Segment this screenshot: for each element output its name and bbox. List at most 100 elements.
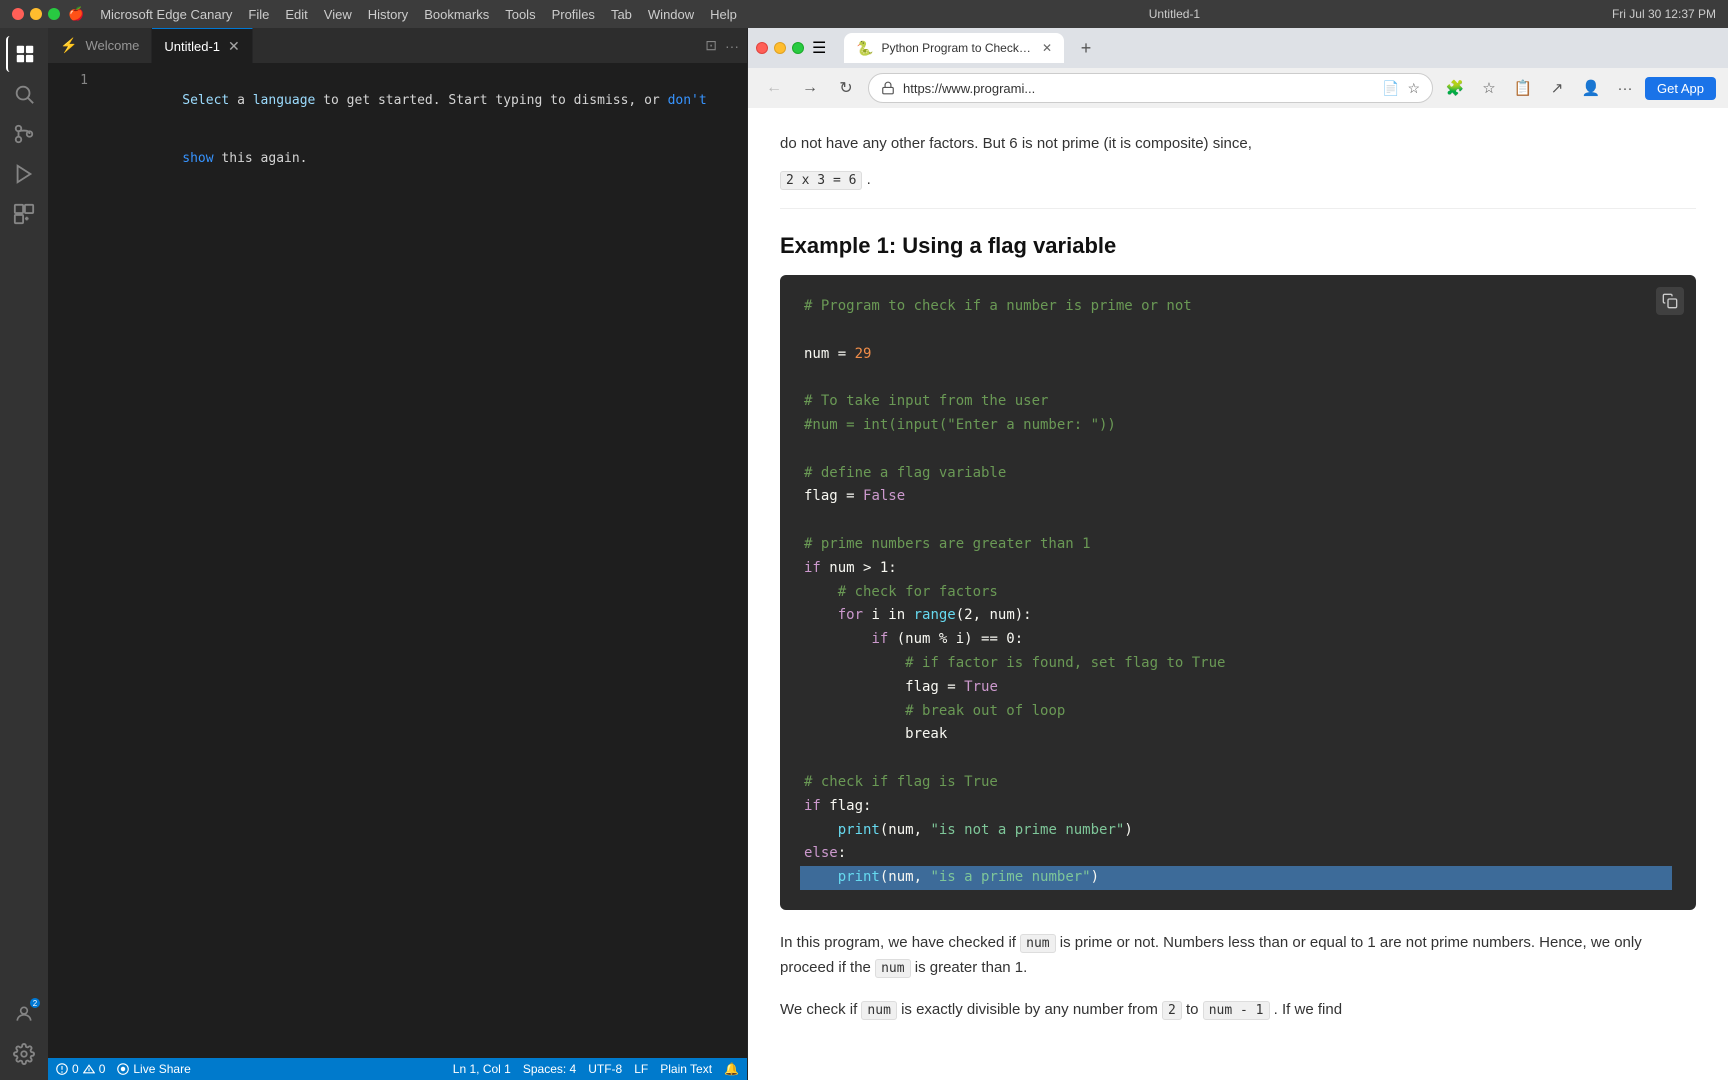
desc2-text: We check if [780, 1001, 857, 1018]
forward-button[interactable]: → [796, 74, 824, 102]
desc1-code2: num [875, 959, 910, 978]
menu-tools[interactable]: Tools [505, 7, 535, 22]
code-line-5: # define a flag variable [804, 462, 1672, 486]
token-dont: don't [668, 93, 707, 108]
code-line-17: if flag: [804, 795, 1672, 819]
profile-btn[interactable]: 👤 [1577, 74, 1605, 102]
menu-app-name[interactable]: Microsoft Edge Canary [100, 7, 232, 22]
favorites-btn[interactable]: ☆ [1475, 74, 1503, 102]
line-content-1: Select a language to get started. Start … [104, 71, 731, 130]
copy-button[interactable] [1656, 287, 1684, 315]
live-share-status[interactable]: Live Share [117, 1062, 190, 1076]
maximize-button[interactable] [48, 8, 60, 20]
get-app-button[interactable]: Get App [1645, 77, 1716, 100]
run-debug-icon[interactable] [6, 156, 42, 192]
menu-window[interactable]: Window [648, 7, 694, 22]
remote-icon[interactable]: 2 [6, 996, 42, 1032]
favorites-icon[interactable]: ☆ [1407, 80, 1420, 97]
more-btn[interactable]: ··· [1611, 74, 1639, 102]
share-btn[interactable]: ↗ [1543, 74, 1571, 102]
lock-icon [881, 81, 895, 95]
menu-edit[interactable]: Edit [285, 7, 307, 22]
example-heading: Example 1: Using a flag variable [780, 233, 1696, 259]
browser-title-bar: ☰ 🐍 Python Program to Check Prim ✕ + [748, 28, 1728, 68]
code-line-3: # To take input from the user [804, 390, 1672, 414]
editor-line-1: 1 Select a language to get started. Star… [48, 71, 747, 130]
desc1-code: num [1020, 934, 1055, 953]
code-line-8: if num > 1: [804, 557, 1672, 581]
description-1: In this program, we have checked if num … [780, 930, 1696, 981]
code-line-blank3 [804, 438, 1672, 462]
reader-mode-icon[interactable]: 📄 [1382, 80, 1399, 97]
window-controls[interactable] [12, 8, 60, 20]
intro-text-1: do not have any other factors. But 6 is … [780, 135, 1252, 152]
code-line-16: # check if flag is True [804, 771, 1672, 795]
status-line-ending[interactable]: LF [634, 1062, 648, 1076]
menu-bookmarks[interactable]: Bookmarks [424, 7, 489, 22]
minimize-button[interactable] [30, 8, 42, 20]
menu-file[interactable]: File [248, 7, 269, 22]
browser-chrome: ☰ 🐍 Python Program to Check Prim ✕ + ← →… [748, 28, 1728, 108]
status-spaces[interactable]: Spaces: 4 [523, 1062, 576, 1076]
split-editor-icon[interactable]: ⊡ [705, 37, 717, 54]
menu-help[interactable]: Help [710, 7, 737, 22]
menu-apple[interactable]: 🍎 [68, 6, 84, 22]
url-text[interactable]: https://www.programi... [903, 81, 1374, 96]
collections-btn[interactable]: 📋 [1509, 74, 1537, 102]
reload-button[interactable]: ↻ [832, 74, 860, 102]
browser-tab-title: Python Program to Check Prim [881, 41, 1034, 55]
browser-actions: 🧩 ☆ 📋 ↗ 👤 ··· Get App [1441, 74, 1716, 102]
browser-close-button[interactable] [756, 42, 768, 54]
explorer-icon[interactable] [6, 36, 42, 72]
browser-tab-active[interactable]: 🐍 Python Program to Check Prim ✕ [844, 33, 1064, 63]
source-control-icon[interactable] [6, 116, 42, 152]
browser-maximize-button[interactable] [792, 42, 804, 54]
window-title: Untitled-1 [1149, 7, 1200, 21]
browser-page-content: do not have any other factors. But 6 is … [748, 108, 1728, 1080]
line-number-1: 1 [48, 71, 88, 91]
token-language: language [253, 93, 316, 108]
desc2-code3: num - 1 [1203, 1001, 1270, 1020]
code-line-18: print(num, "is not a prime number") [804, 819, 1672, 843]
code-line-1: # Program to check if a number is prime … [804, 295, 1672, 319]
editor-content[interactable]: 1 Select a language to get started. Star… [48, 63, 747, 1058]
menu-bar[interactable]: 🍎 Microsoft Edge Canary File Edit View H… [68, 6, 737, 22]
status-errors[interactable]: 0 0 [56, 1062, 105, 1076]
code-line-20: print(num, "is a prime number") [800, 866, 1672, 890]
new-tab-button[interactable]: + [1072, 34, 1100, 62]
settings-icon[interactable] [6, 1036, 42, 1072]
extensions-btn[interactable]: 🧩 [1441, 74, 1469, 102]
activity-bar: 2 [0, 28, 48, 1080]
search-icon[interactable] [6, 76, 42, 112]
back-button[interactable]: ← [760, 74, 788, 102]
browser-nav-bar: ← → ↻ https://www.programi... 📄 ☆ 🧩 ☆ 📋 … [748, 68, 1728, 108]
browser-window-controls[interactable] [756, 42, 804, 54]
status-position[interactable]: Ln 1, Col 1 [453, 1062, 511, 1076]
code-line-4: #num = int(input("Enter a number: ")) [804, 414, 1672, 438]
desc2-code2: 2 [1162, 1001, 1182, 1020]
tab-close-button[interactable]: ✕ [228, 38, 240, 55]
status-encoding[interactable]: UTF-8 [588, 1062, 622, 1076]
tab-untitled[interactable]: Untitled-1 ✕ [152, 28, 252, 63]
menu-history[interactable]: History [368, 7, 408, 22]
status-language[interactable]: Plain Text [660, 1062, 712, 1076]
browser-tab-close-button[interactable]: ✕ [1042, 41, 1052, 55]
token-show: show [182, 151, 213, 166]
more-actions-icon[interactable]: ··· [725, 38, 739, 54]
warning-count: 0 [99, 1062, 106, 1076]
intro-paragraph: do not have any other factors. But 6 is … [780, 132, 1696, 156]
code-line-15: break [804, 723, 1672, 747]
tab-welcome[interactable]: ⚡ Welcome [48, 28, 152, 63]
extensions-icon[interactable] [6, 196, 42, 232]
tab-untitled-label: Untitled-1 [164, 39, 220, 54]
menu-profiles[interactable]: Profiles [552, 7, 595, 22]
divider [780, 208, 1696, 209]
browser-sidebar-toggle[interactable]: ☰ [812, 38, 836, 58]
status-notifications[interactable]: 🔔 [724, 1062, 739, 1076]
close-button[interactable] [12, 8, 24, 20]
address-bar[interactable]: https://www.programi... 📄 ☆ [868, 73, 1433, 103]
browser-minimize-button[interactable] [774, 42, 786, 54]
code-line-2: num = 29 [804, 343, 1672, 367]
menu-view[interactable]: View [324, 7, 352, 22]
menu-tab[interactable]: Tab [611, 7, 632, 22]
